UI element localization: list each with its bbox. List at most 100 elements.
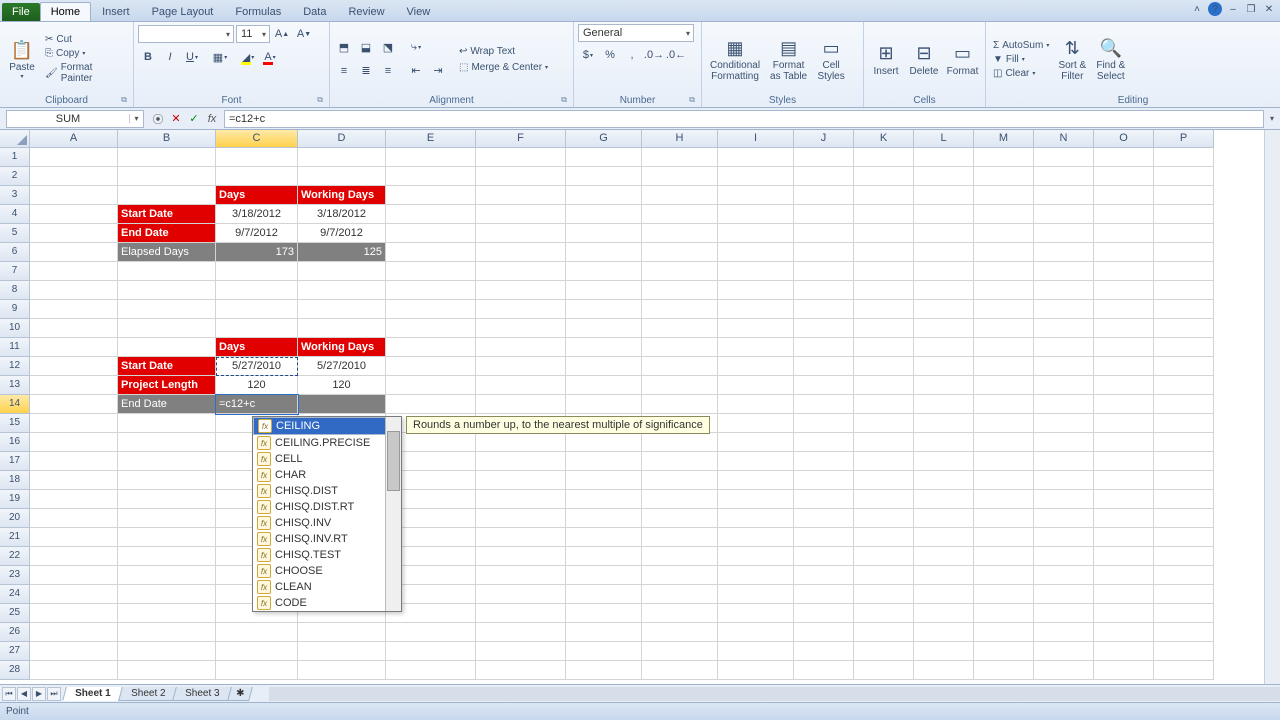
col-header-J[interactable]: J (794, 130, 854, 148)
cell-F10[interactable] (476, 319, 566, 338)
cell-B6[interactable]: Elapsed Days (118, 243, 216, 262)
cell-O26[interactable] (1094, 623, 1154, 642)
cell-N20[interactable] (1034, 509, 1094, 528)
cell-N17[interactable] (1034, 452, 1094, 471)
cell-N1[interactable] (1034, 148, 1094, 167)
cell-B23[interactable] (118, 566, 216, 585)
cell-L25[interactable] (914, 604, 974, 623)
col-header-A[interactable]: A (30, 130, 118, 148)
cell-P20[interactable] (1154, 509, 1214, 528)
cell-C6[interactable]: 173 (216, 243, 298, 262)
cell-A2[interactable] (30, 167, 118, 186)
autocomplete-item[interactable]: fxCODE (253, 595, 401, 611)
cell-B28[interactable] (118, 661, 216, 680)
cell-J11[interactable] (794, 338, 854, 357)
tab-view[interactable]: View (396, 2, 442, 21)
cell-J22[interactable] (794, 547, 854, 566)
cell-H7[interactable] (642, 262, 718, 281)
col-header-K[interactable]: K (854, 130, 914, 148)
cell-N23[interactable] (1034, 566, 1094, 585)
cell-O24[interactable] (1094, 585, 1154, 604)
cell-G5[interactable] (566, 224, 642, 243)
cell-A6[interactable] (30, 243, 118, 262)
cell-H2[interactable] (642, 167, 718, 186)
cell-C11[interactable]: Days (216, 338, 298, 357)
cell-L26[interactable] (914, 623, 974, 642)
cell-H14[interactable] (642, 395, 718, 414)
cell-H4[interactable] (642, 205, 718, 224)
cell-A1[interactable] (30, 148, 118, 167)
cell-I20[interactable] (718, 509, 794, 528)
cell-E26[interactable] (386, 623, 476, 642)
cell-K1[interactable] (854, 148, 914, 167)
row-header-11[interactable]: 11 (0, 338, 30, 357)
font-face-select[interactable] (138, 25, 234, 43)
cell-K11[interactable] (854, 338, 914, 357)
tab-formulas[interactable]: Formulas (224, 2, 292, 21)
format-as-table-button[interactable]: ▤Formatas Table (766, 34, 811, 84)
cell-H25[interactable] (642, 604, 718, 623)
cell-P26[interactable] (1154, 623, 1214, 642)
window-close-icon[interactable]: ✕ (1262, 2, 1276, 16)
cell-O10[interactable] (1094, 319, 1154, 338)
cell-F14[interactable] (476, 395, 566, 414)
align-left-button[interactable]: ≡ (334, 61, 354, 81)
cell-J1[interactable] (794, 148, 854, 167)
decrease-decimal-button[interactable]: .0← (666, 45, 686, 65)
cell-K14[interactable] (854, 395, 914, 414)
cell-J10[interactable] (794, 319, 854, 338)
cell-N9[interactable] (1034, 300, 1094, 319)
cell-K15[interactable] (854, 414, 914, 433)
cell-M3[interactable] (974, 186, 1034, 205)
alignment-dialog-launcher[interactable]: ⧉ (561, 95, 567, 105)
cell-L10[interactable] (914, 319, 974, 338)
sheet-tab-2[interactable]: Sheet 2 (118, 687, 178, 701)
cell-F19[interactable] (476, 490, 566, 509)
cut-button[interactable]: ✂Cut (42, 33, 129, 46)
cell-G16[interactable] (566, 433, 642, 452)
cell-P9[interactable] (1154, 300, 1214, 319)
font-color-button[interactable]: A▾ (260, 47, 280, 67)
cell-B26[interactable] (118, 623, 216, 642)
cell-K4[interactable] (854, 205, 914, 224)
cell-O6[interactable] (1094, 243, 1154, 262)
cell-K10[interactable] (854, 319, 914, 338)
cell-L4[interactable] (914, 205, 974, 224)
cell-N24[interactable] (1034, 585, 1094, 604)
cell-D6[interactable]: 125 (298, 243, 386, 262)
row-header-14[interactable]: 14 (0, 395, 30, 414)
cell-I12[interactable] (718, 357, 794, 376)
cell-N8[interactable] (1034, 281, 1094, 300)
cell-J21[interactable] (794, 528, 854, 547)
cell-J4[interactable] (794, 205, 854, 224)
cell-B9[interactable] (118, 300, 216, 319)
cell-D11[interactable]: Working Days (298, 338, 386, 357)
cell-A20[interactable] (30, 509, 118, 528)
cell-B27[interactable] (118, 642, 216, 661)
cell-B5[interactable]: End Date (118, 224, 216, 243)
cell-H18[interactable] (642, 471, 718, 490)
cell-styles-button[interactable]: ▭CellStyles (813, 34, 849, 84)
col-header-P[interactable]: P (1154, 130, 1214, 148)
cell-I27[interactable] (718, 642, 794, 661)
cell-I25[interactable] (718, 604, 794, 623)
cell-J25[interactable] (794, 604, 854, 623)
cell-G18[interactable] (566, 471, 642, 490)
cell-I23[interactable] (718, 566, 794, 585)
cell-O25[interactable] (1094, 604, 1154, 623)
merge-center-button[interactable]: ⬚Merge & Center▾ (456, 61, 551, 74)
cell-C4[interactable]: 3/18/2012 (216, 205, 298, 224)
cell-N5[interactable] (1034, 224, 1094, 243)
cell-K17[interactable] (854, 452, 914, 471)
row-header-27[interactable]: 27 (0, 642, 30, 661)
cell-M2[interactable] (974, 167, 1034, 186)
cell-M17[interactable] (974, 452, 1034, 471)
cell-A4[interactable] (30, 205, 118, 224)
cell-J9[interactable] (794, 300, 854, 319)
col-header-G[interactable]: G (566, 130, 642, 148)
cell-H16[interactable] (642, 433, 718, 452)
cell-I24[interactable] (718, 585, 794, 604)
cell-M26[interactable] (974, 623, 1034, 642)
cell-O28[interactable] (1094, 661, 1154, 680)
cell-J17[interactable] (794, 452, 854, 471)
